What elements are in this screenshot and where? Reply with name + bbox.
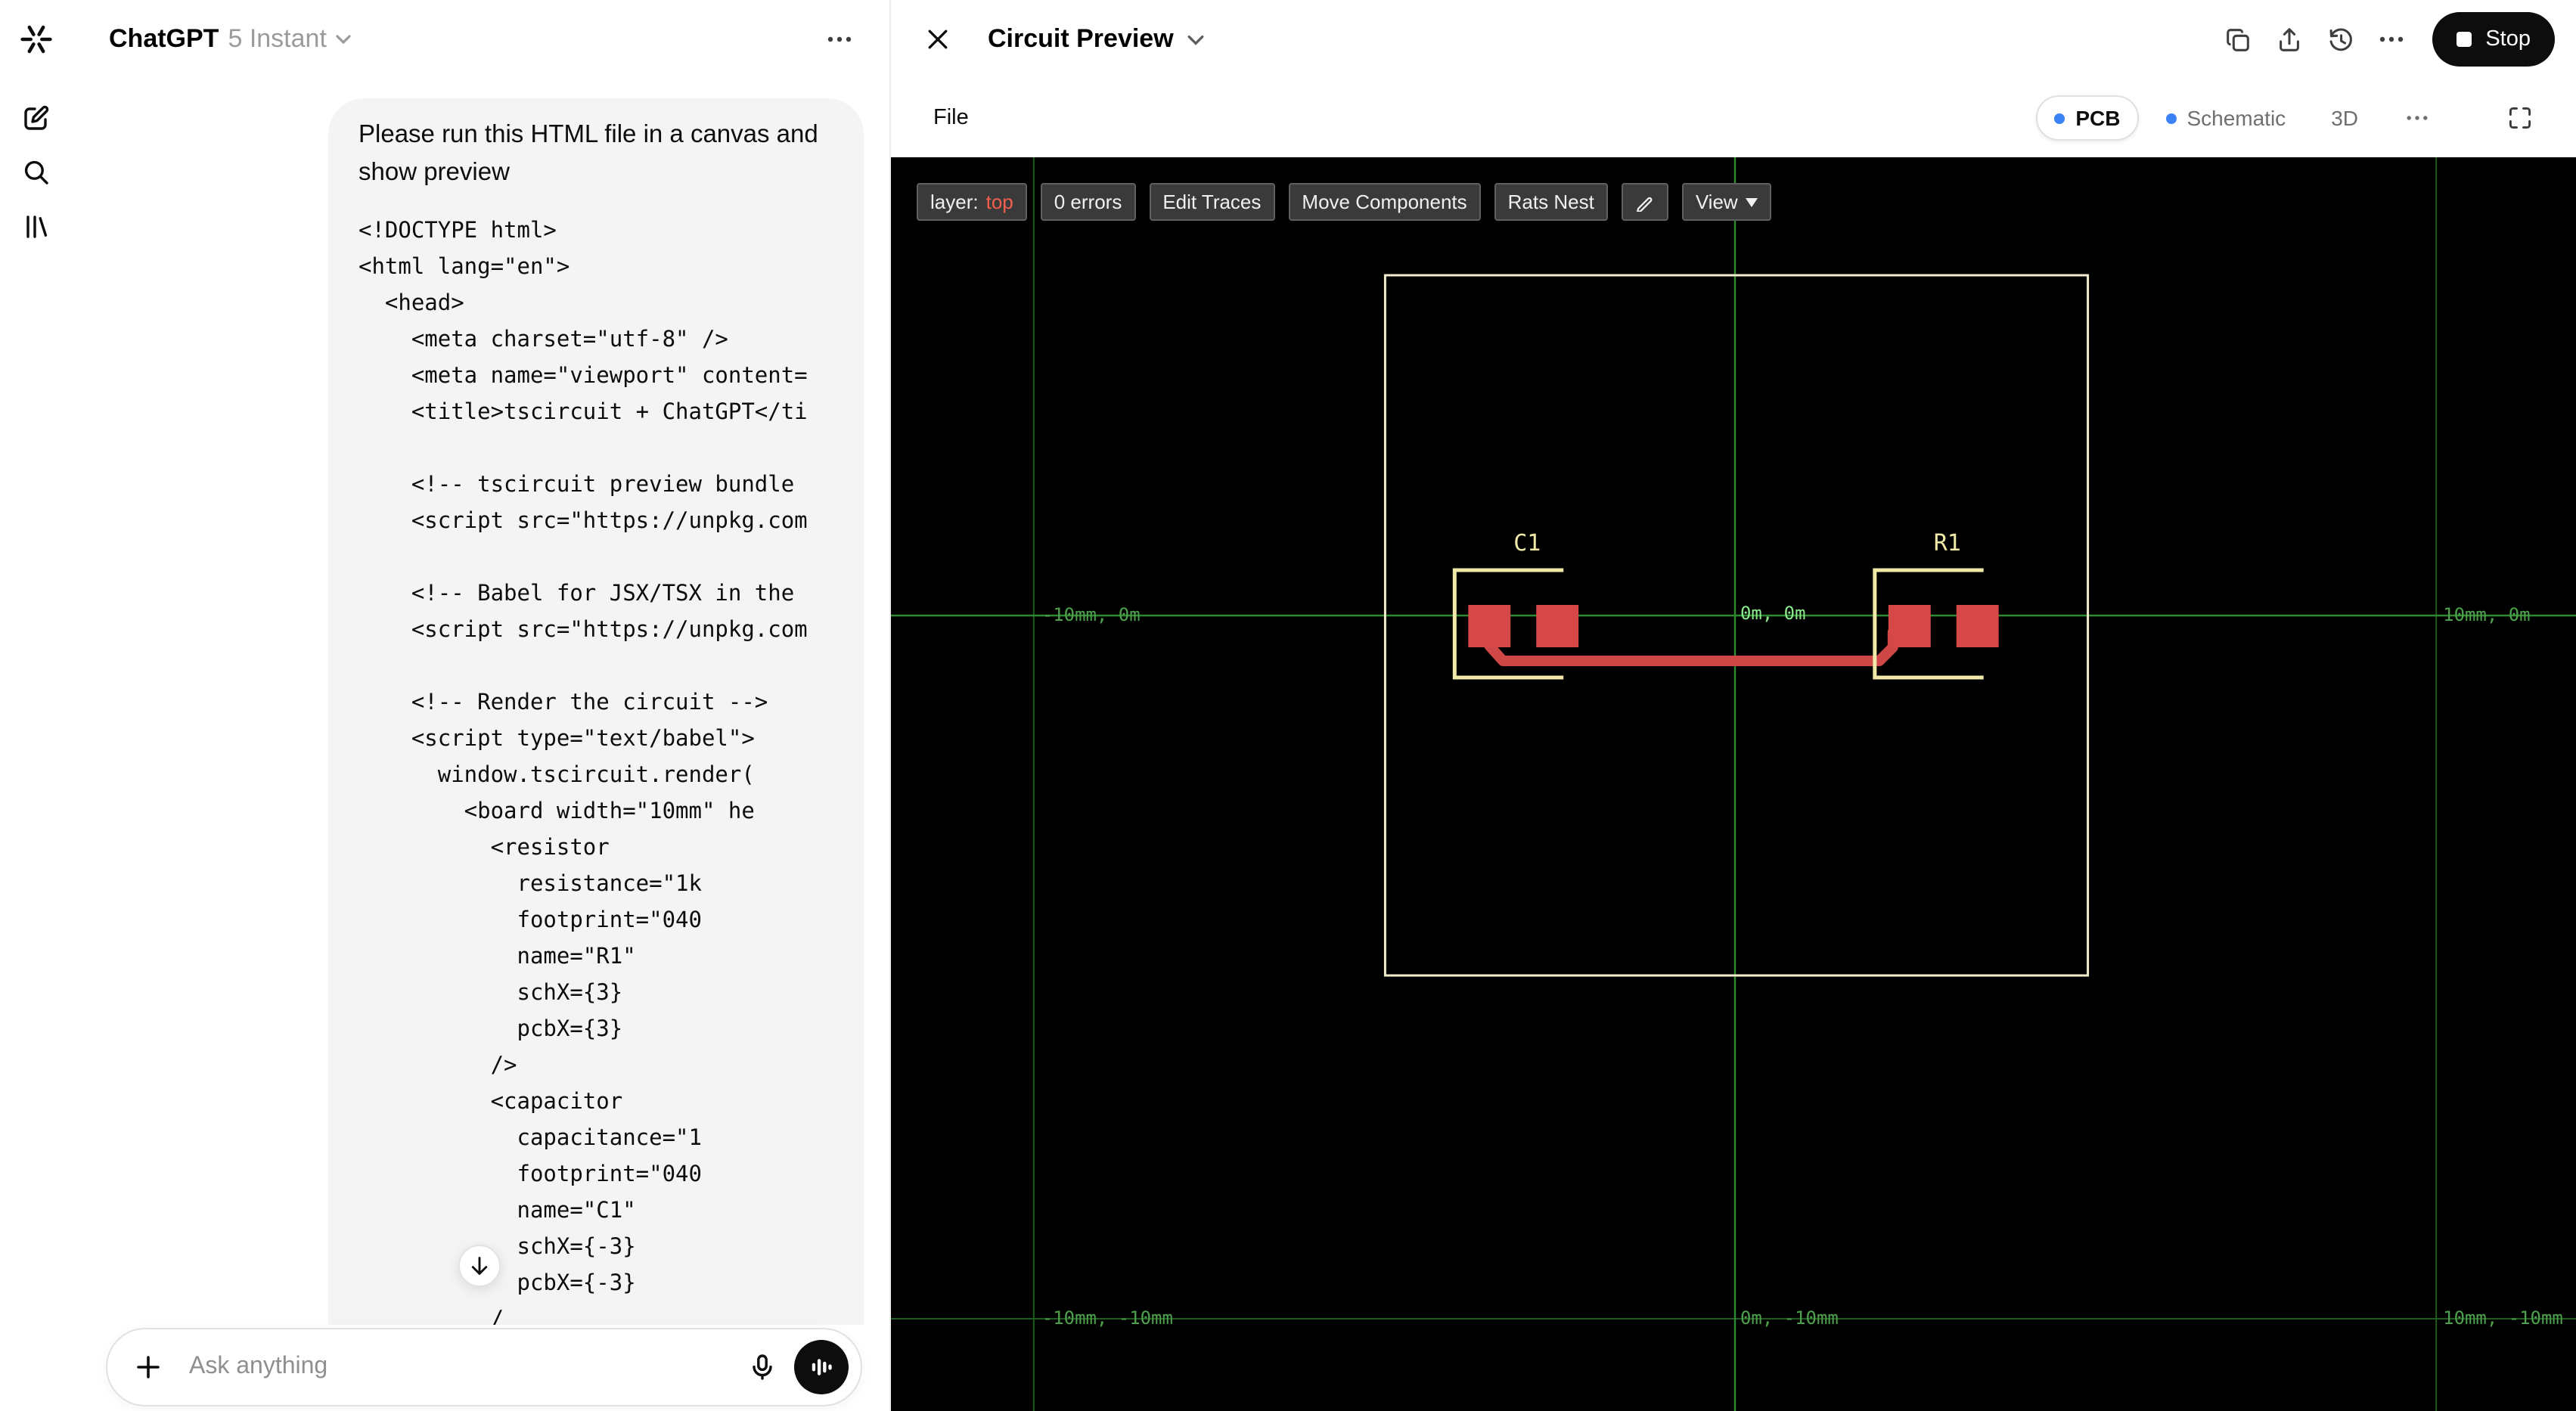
errors-button[interactable]: 0 errors <box>1040 183 1136 221</box>
ellipsis-icon <box>2407 116 2428 120</box>
pcb-toolbar: layer: top 0 errors Edit Traces Move Com… <box>917 183 1771 221</box>
component-r1[interactable]: R1 <box>1873 530 1999 680</box>
coord-label: 0m, -10mm <box>1740 1307 1839 1329</box>
view-dropdown-button[interactable]: View <box>1681 183 1771 221</box>
model-name: 5 Instant <box>228 24 327 53</box>
message-list: Please run this HTML file in a canvas an… <box>73 79 889 1325</box>
coord-label: 10mm, 0m <box>2443 604 2530 625</box>
canvas-subheader: File PCB Schematic 3D <box>891 79 2576 157</box>
pcb-canvas[interactable]: C1 R1 -10mm, 0m 0m, 0m 10mm, 0m -10mm, -… <box>891 157 2576 1411</box>
composer-input-pill <box>106 1328 862 1406</box>
chat-panel: ChatGPT 5 Instant Please run this HTML f… <box>73 0 889 1411</box>
edit-silkscreen-button[interactable] <box>1621 183 1668 221</box>
layer-label: layer: <box>930 191 979 213</box>
voice-mode-button[interactable] <box>794 1340 849 1394</box>
rats-nest-button[interactable]: Rats Nest <box>1494 183 1608 221</box>
history-button[interactable] <box>2317 17 2363 62</box>
screenshot-viewport: ChatGPT 5 Instant Please run this HTML f… <box>0 0 2576 1411</box>
pcb-pad[interactable] <box>1888 605 1931 647</box>
stop-icon <box>2457 32 2472 47</box>
search-button[interactable] <box>15 151 57 194</box>
scroll-to-bottom-button[interactable] <box>458 1245 501 1287</box>
message-code-block: <!DOCTYPE html> <html lang="en"> <head> … <box>358 219 808 1325</box>
schematic-status-dot <box>2165 113 2177 123</box>
pcb-grid <box>891 157 2576 1411</box>
chevron-down-icon <box>1187 34 1204 45</box>
pcb-viewport[interactable]: C1 R1 -10mm, 0m 0m, 0m 10mm, 0m -10mm, -… <box>891 157 2576 1411</box>
canvas-header: Circuit Preview Stop <box>891 0 2576 79</box>
plus-icon <box>137 1356 160 1378</box>
arrow-down-icon <box>471 1257 488 1275</box>
copy-icon <box>2226 28 2249 51</box>
composer <box>73 1325 889 1411</box>
layer-value: top <box>985 191 1013 213</box>
coord-label-origin: 0m, 0m <box>1740 603 1806 624</box>
tabs-more-button[interactable] <box>2385 95 2449 141</box>
attach-button[interactable] <box>126 1344 171 1390</box>
component-c1[interactable]: C1 <box>1452 530 1579 680</box>
copy-button[interactable] <box>2214 17 2260 62</box>
tab-3d[interactable]: 3D <box>2313 95 2376 141</box>
ellipsis-icon <box>2380 36 2404 42</box>
waveform-icon <box>812 1359 832 1375</box>
stop-label: Stop <box>2485 27 2531 51</box>
close-icon <box>928 29 948 49</box>
tab-schematic-label: Schematic <box>2186 106 2286 130</box>
component-label-c1: C1 <box>1513 530 1541 557</box>
view-label: View <box>1695 191 1738 213</box>
tab-schematic[interactable]: Schematic <box>2147 95 2304 141</box>
dictate-button[interactable] <box>740 1344 785 1390</box>
pencil-icon <box>1636 197 1653 212</box>
tab-pcb-label: PCB <box>2075 106 2121 130</box>
chat-input[interactable] <box>186 1352 740 1382</box>
coord-label: -10mm, -10mm <box>1042 1307 1173 1329</box>
canvas-header-actions: Stop <box>2214 12 2555 67</box>
stop-button[interactable]: Stop <box>2432 12 2555 67</box>
edit-traces-button[interactable]: Edit Traces <box>1149 183 1275 221</box>
pcb-pad[interactable] <box>1956 605 1999 647</box>
chat-header: ChatGPT 5 Instant <box>73 0 889 79</box>
history-icon <box>2329 27 2352 51</box>
coord-label: -10mm, 0m <box>1042 604 1141 625</box>
canvas-title-dropdown[interactable]: Circuit Preview <box>979 18 1213 60</box>
library-icon <box>26 216 48 238</box>
fullscreen-toggle-button[interactable] <box>2497 95 2543 141</box>
pcb-pad[interactable] <box>1536 605 1579 647</box>
move-components-button[interactable]: Move Components <box>1288 183 1481 221</box>
app-sidebar <box>0 0 73 1411</box>
new-chat-icon <box>24 105 49 130</box>
tab-pcb[interactable]: PCB <box>2036 95 2139 141</box>
close-canvas-button[interactable] <box>915 17 961 62</box>
app-name: ChatGPT <box>109 24 219 53</box>
message-text: Please run this HTML file in a canvas an… <box>358 121 818 186</box>
new-chat-button[interactable] <box>15 97 57 139</box>
canvas-panel: Circuit Preview Stop File PCB Schematic … <box>889 0 2576 1411</box>
fullscreen-icon <box>2509 107 2531 129</box>
tab-3d-label: 3D <box>2331 106 2358 130</box>
upload-icon <box>2279 27 2299 51</box>
component-label-r1: R1 <box>1934 530 1961 557</box>
library-button[interactable] <box>15 206 57 248</box>
canvas-options-button[interactable] <box>2369 17 2414 62</box>
model-switcher[interactable]: ChatGPT 5 Instant <box>100 18 360 60</box>
layer-select-button[interactable]: layer: top <box>917 183 1027 221</box>
canvas-title: Circuit Preview <box>988 24 1174 53</box>
view-mode-tabs: PCB Schematic 3D <box>2036 95 2543 141</box>
chevron-down-icon <box>336 35 351 44</box>
search-icon <box>24 160 48 185</box>
coord-label: 10mm, -10mm <box>2443 1307 2563 1329</box>
user-message-bubble: Please run this HTML file in a canvas an… <box>328 98 864 1325</box>
microphone-icon <box>753 1354 772 1380</box>
conversation-options-button[interactable] <box>817 17 862 62</box>
pcb-status-dot <box>2054 113 2065 123</box>
chatgpt-logo-icon[interactable] <box>18 21 54 57</box>
ellipsis-icon <box>827 36 852 42</box>
triangle-down-icon <box>1745 197 1758 206</box>
pcb-pad[interactable] <box>1468 605 1511 647</box>
file-menu[interactable]: File <box>924 100 978 136</box>
chatgpt-app: ChatGPT 5 Instant Please run this HTML f… <box>0 0 2576 1411</box>
share-button[interactable] <box>2266 17 2311 62</box>
